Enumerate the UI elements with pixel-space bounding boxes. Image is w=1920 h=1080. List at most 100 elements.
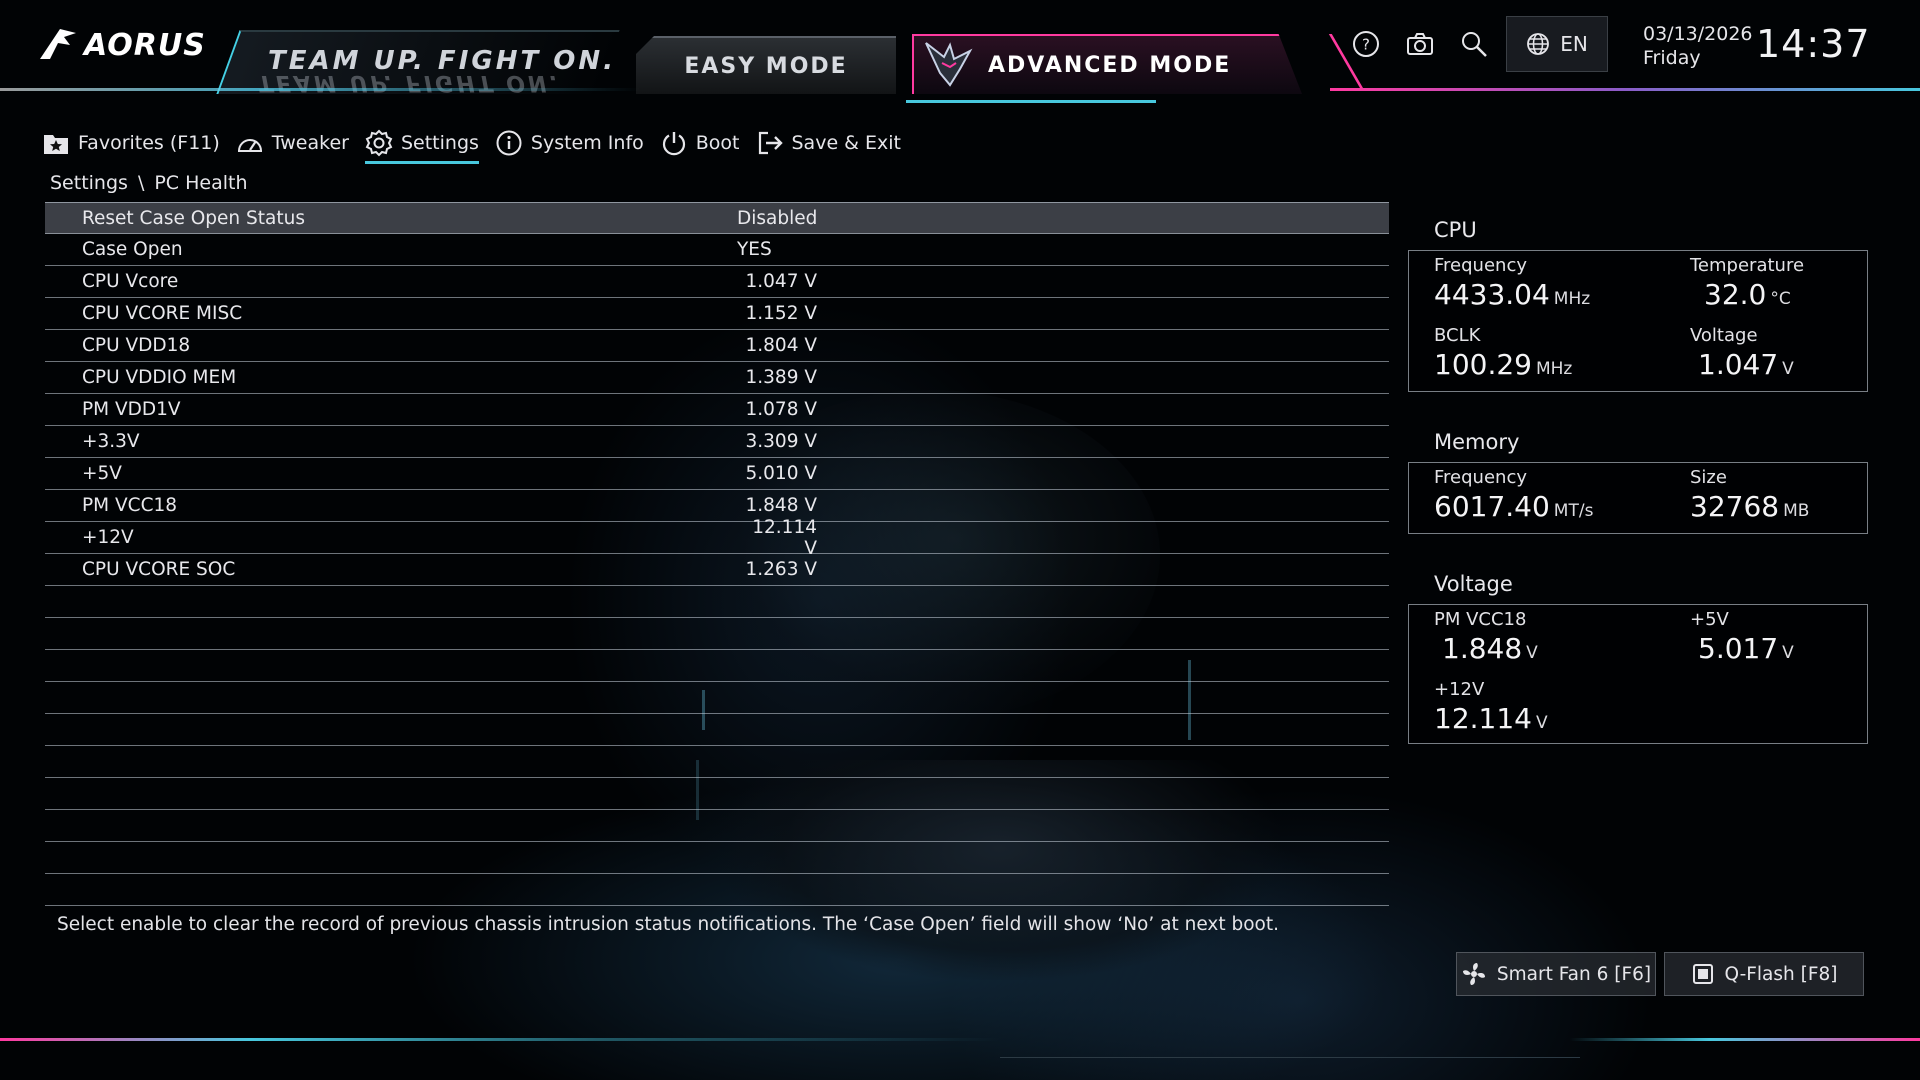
top-bar: AORUS TEAM UP. FIGHT ON. TEAM UP. FIGHT … — [0, 0, 1920, 110]
table-row[interactable]: CPU VDDIO MEM 1.389 V — [45, 362, 1389, 394]
logo-text: AORUS — [84, 27, 206, 63]
setting-value: 1.263 V — [745, 559, 818, 580]
table-row[interactable]: Reset Case Open Status Disabled — [45, 202, 1389, 234]
date-text: 03/13/2026 — [1643, 23, 1753, 45]
memory-frequency: Frequency 6017.40 MT/s — [1434, 467, 1593, 523]
cpu-frequency-label: Frequency — [1434, 255, 1527, 276]
star-folder-icon — [42, 129, 70, 157]
cpu-frequency-value: 4433.04 — [1434, 278, 1550, 311]
setting-label: CPU VDD18 — [82, 335, 191, 356]
setting-value: 1.804 V — [745, 335, 818, 356]
tab-settings[interactable]: Settings — [364, 126, 479, 164]
setting-label: CPU VCORE MISC — [82, 303, 243, 324]
table-row[interactable]: PM VCC18 1.848 V — [45, 490, 1389, 522]
advanced-mode-button[interactable]: ADVANCED MODE — [912, 34, 1302, 94]
tab-tweaker[interactable]: Tweaker — [236, 126, 349, 160]
cpu-bclk-label: BCLK — [1434, 325, 1481, 346]
top-icon-bar: ? — [1350, 28, 1490, 60]
bottom-accent — [0, 1032, 1920, 1080]
table-row[interactable]: CPU VDD18 1.804 V — [45, 330, 1389, 362]
table-row[interactable]: CPU VCORE SOC 1.263 V — [45, 554, 1389, 586]
tab-favorites[interactable]: Favorites (F11) — [42, 126, 220, 160]
setting-value: 5.010 V — [745, 463, 818, 484]
cpu-voltage-label: Voltage — [1690, 325, 1758, 346]
help-icon[interactable]: ? — [1350, 28, 1382, 60]
easy-mode-button[interactable]: EASY MODE — [636, 36, 896, 94]
tab-label: Save & Exit — [791, 132, 902, 154]
memory-size: Size 32768 MB — [1690, 467, 1809, 523]
info-icon — [495, 129, 523, 157]
tab-label: System Info — [530, 132, 644, 154]
cpu-temperature-unit: °C — [1770, 289, 1791, 309]
falcon-logo-icon — [40, 29, 76, 59]
smart-fan-button[interactable]: Smart Fan 6 [F6] — [1456, 952, 1656, 996]
cpu-temperature-label: Temperature — [1690, 255, 1805, 276]
setting-value: 1.078 V — [745, 399, 818, 420]
breadcrumb-root[interactable]: Settings — [50, 172, 128, 194]
setting-label: Case Open — [82, 239, 183, 260]
table-row[interactable]: CPU Vcore 1.047 V — [45, 266, 1389, 298]
cpu-temperature-value: 32.0 — [1704, 278, 1767, 311]
voltage-5v-label: +5V — [1690, 609, 1729, 630]
table-row — [45, 682, 1389, 714]
memory-panel: Frequency 6017.40 MT/s Size 32768 MB — [1408, 462, 1868, 534]
voltage-pmvcc18-value: 1.848 — [1442, 632, 1523, 665]
easy-mode-label: EASY MODE — [684, 53, 848, 79]
accent-line — [1570, 1038, 1920, 1041]
setting-label: CPU VCORE SOC — [82, 559, 236, 580]
tab-boot[interactable]: Boot — [660, 126, 740, 160]
cpu-voltage: Voltage 1.047 V — [1690, 325, 1794, 381]
table-row[interactable]: Case Open YES — [45, 234, 1389, 266]
setting-label: +12V — [82, 527, 134, 548]
mode-underline — [906, 100, 1156, 103]
setting-label: Reset Case Open Status — [82, 207, 305, 229]
qflash-button[interactable]: Q-Flash [F8] — [1664, 952, 1864, 996]
setting-label: CPU VDDIO MEM — [82, 367, 237, 388]
camera-icon[interactable] — [1404, 28, 1436, 60]
setting-value: 1.848 V — [745, 495, 818, 516]
voltage-12v-label: +12V — [1434, 679, 1485, 700]
table-row[interactable]: +12V 12.114 V — [45, 517, 1389, 559]
help-text: Select enable to clear the record of pre… — [57, 914, 1279, 935]
search-icon[interactable] — [1458, 28, 1490, 60]
day-text: Friday — [1643, 47, 1701, 69]
voltage-12v: +12V 12.114 V — [1434, 679, 1548, 735]
table-row[interactable]: +5V 5.010 V — [45, 458, 1389, 490]
exit-icon — [756, 129, 784, 157]
table-row — [45, 746, 1389, 778]
accent-line — [1330, 88, 1920, 91]
voltage-pmvcc18-label: PM VCC18 — [1434, 609, 1527, 630]
tab-system-info[interactable]: System Info — [495, 126, 644, 160]
setting-label: +5V — [82, 463, 122, 484]
setting-value[interactable]: Disabled — [737, 208, 817, 229]
language-selector[interactable]: EN — [1506, 16, 1608, 72]
main-nav: Favorites (F11) Tweaker Settings System … — [42, 126, 902, 164]
setting-value: 1.389 V — [745, 367, 818, 388]
tab-label: Tweaker — [271, 132, 349, 154]
accent-frame — [1000, 1038, 1580, 1058]
table-row — [45, 810, 1389, 842]
memory-frequency-value: 6017.40 — [1434, 490, 1550, 523]
table-row[interactable]: +3.3V 3.309 V — [45, 426, 1389, 458]
pc-health-table: Reset Case Open Status Disabled Case Open Y… — [45, 202, 1389, 906]
table-row — [45, 778, 1389, 810]
voltage-12v-value: 12.114 — [1434, 702, 1532, 735]
globe-icon — [1527, 33, 1550, 55]
tab-save-exit[interactable]: Save & Exit — [756, 126, 902, 160]
setting-value: 12.114 V — [752, 516, 817, 559]
cpu-temperature: Temperature 32.0 °C — [1690, 255, 1804, 311]
svg-text:?: ? — [1362, 36, 1370, 54]
table-row — [45, 714, 1389, 746]
voltage-panel: PM VCC18 1.848 V +5V 5.017 V +12V 12.114 V — [1408, 604, 1868, 744]
table-row — [45, 650, 1389, 682]
setting-value: 1.047 V — [745, 271, 818, 292]
memory-frequency-label: Frequency — [1434, 467, 1527, 488]
setting-label: PM VDD1V — [82, 399, 181, 420]
table-row[interactable]: PM VDD1V 1.078 V — [45, 394, 1389, 426]
aorus-logo: AORUS — [38, 22, 213, 68]
setting-value: YES — [737, 239, 772, 260]
voltage-panel-title: Voltage — [1434, 572, 1513, 596]
date-display: 03/13/2026 Friday — [1643, 22, 1753, 70]
voltage-5v: +5V 5.017 V — [1690, 609, 1794, 665]
table-row[interactable]: CPU VCORE MISC 1.152 V — [45, 298, 1389, 330]
